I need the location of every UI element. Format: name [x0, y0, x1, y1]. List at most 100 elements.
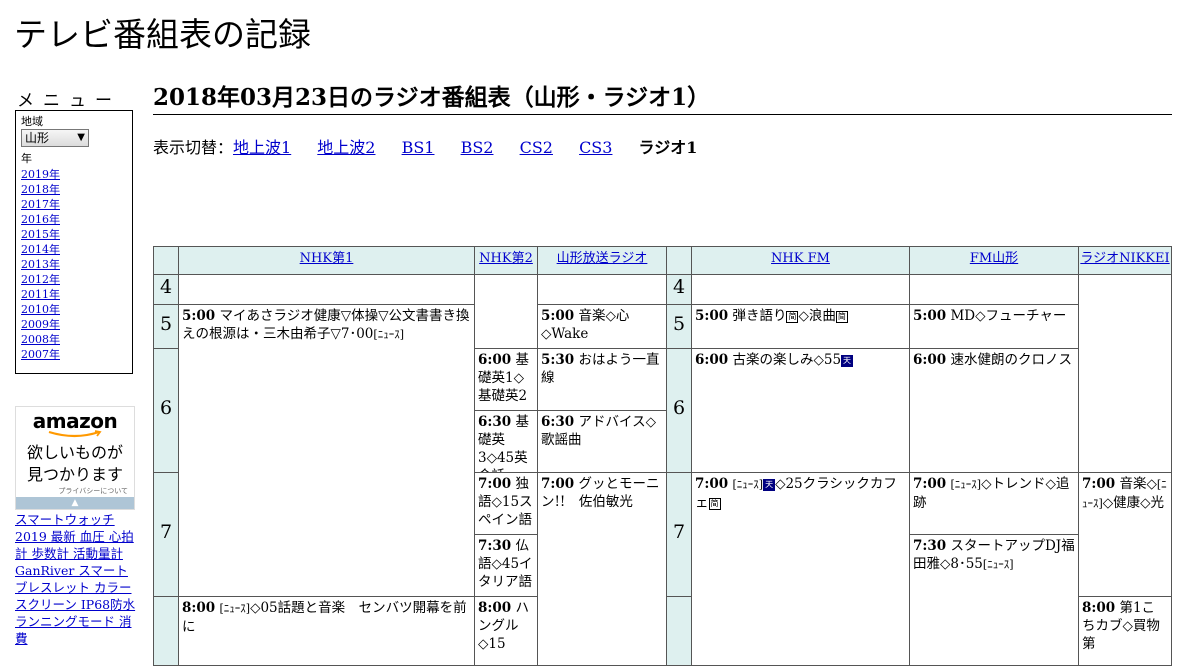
year-link-2007[interactable]: 2007年 — [21, 348, 60, 361]
program-time: 6:30 — [541, 414, 575, 430]
year-link-2011[interactable]: 2011年 — [21, 288, 60, 301]
program-cell[interactable]: 7:00 グッとモーニン!! 佐伯敏光 — [537, 472, 667, 666]
program-cell[interactable]: 8:00 ハングル◇15 — [474, 596, 538, 666]
program-cell[interactable]: 7:00 独語◇15スペイン語 — [474, 472, 538, 535]
program-title: ◇健康◇光 — [1102, 495, 1165, 511]
program-cell[interactable]: 7:30 スタートアップDJ福田雅◇8･55[ﾆｭｰｽ] — [909, 534, 1079, 666]
program-cell[interactable]: 6:00 古楽の楽しみ◇55 天 — [691, 348, 910, 473]
menu-heading: メニュー — [17, 91, 121, 111]
program-time: 7:00 — [1082, 476, 1116, 492]
chevron-up-icon: ▲ — [71, 498, 79, 508]
program-cell[interactable]: 6:00 基礎英1◇基礎英2 — [474, 348, 538, 411]
year-label: 年 — [21, 152, 32, 165]
program-cell-empty — [691, 274, 910, 305]
program-title: 音楽◇ — [1119, 476, 1157, 492]
amazon-logo: amazon — [32, 409, 118, 433]
station-link-nikkei[interactable]: ラジオNIKKEI — [1080, 251, 1169, 266]
year-link-2015[interactable]: 2015年 — [21, 228, 60, 241]
region-label: 地域 — [21, 115, 43, 128]
program-time: 7:00 — [695, 476, 729, 492]
ad-scroll-bar[interactable]: ▲ — [16, 497, 134, 509]
switch-link-cs2[interactable]: CS2 — [520, 138, 553, 157]
year-list: 2019年 2018年 2017年 2016年 2015年 2014年 2013… — [21, 167, 127, 362]
program-title: 速水健朗のクロノス — [950, 352, 1072, 368]
ad-privacy-link[interactable]: プライバシーについて — [58, 486, 128, 496]
station-header-nikkei: ラジオNIKKEI — [1078, 246, 1172, 275]
program-cell-empty — [909, 274, 1079, 305]
program-cell[interactable]: 8:00 第1こちカブ◇買物第 — [1078, 596, 1172, 666]
switch-link-terrestrial2[interactable]: 地上波2 — [317, 138, 375, 157]
hour-cell-4-left: 4 — [153, 274, 179, 305]
switch-current-radio1: ラジオ1 — [638, 138, 698, 157]
year-link-2012[interactable]: 2012年 — [21, 273, 60, 286]
station-link-nhk2[interactable]: NHK第2 — [479, 251, 533, 266]
station-link-nhkfm[interactable]: NHK FM — [771, 251, 830, 266]
hour-cell-7-left: 7 — [153, 472, 179, 597]
program-cell[interactable]: 5:00 MD◇フューチャー — [909, 304, 1079, 349]
station-link-fmyamagata[interactable]: FM山形 — [970, 251, 1018, 266]
program-title: MD◇フューチャー — [950, 308, 1067, 324]
simplified-mark-icon: 简 — [786, 311, 799, 323]
program-cell[interactable]: 7:30 仏語◇45イタリア語 — [474, 534, 538, 597]
year-link-2014[interactable]: 2014年 — [21, 243, 60, 256]
program-time: 7:30 — [913, 538, 947, 554]
program-time: 5:00 — [182, 308, 216, 324]
program-cell-empty — [178, 274, 475, 305]
program-title: 弾き語り — [732, 308, 787, 324]
program-time: 7:00 — [541, 476, 575, 492]
station-link-ybc[interactable]: 山形放送ラジオ — [557, 251, 648, 266]
weather-mark-icon: 天 — [763, 479, 776, 491]
program-title: ◇浪曲 — [798, 308, 836, 324]
year-link-2017[interactable]: 2017年 — [21, 198, 60, 211]
year-link-2018[interactable]: 2018年 — [21, 183, 60, 196]
program-cell[interactable]: 6:00 速水健朗のクロノス — [909, 348, 1079, 473]
program-cell-empty — [537, 274, 667, 305]
hour-cell-8-right — [666, 596, 692, 666]
program-time: 5:00 — [913, 308, 947, 324]
hour-cell-5-left: 5 — [153, 304, 179, 349]
switch-link-bs2[interactable]: BS2 — [461, 138, 494, 157]
program-cell[interactable]: 6:30 アドバイス◇歌謡曲 — [537, 410, 667, 473]
hour-cell-6-left: 6 — [153, 348, 179, 473]
station-link-nhk1[interactable]: NHK第1 — [300, 251, 354, 266]
program-cell[interactable]: 5:00 マイあさラジオ健康▽体操▽公文書書き換えの根源は・三木由希子▽7･00… — [178, 304, 475, 597]
program-cell[interactable]: 5:00 音楽◇心◇Wake — [537, 304, 667, 349]
program-time: 6:00 — [913, 352, 947, 368]
switch-link-terrestrial1[interactable]: 地上波1 — [233, 138, 291, 157]
hour-cell-7-right: 7 — [666, 472, 692, 597]
program-cell[interactable]: 5:30 おはよう一直線 — [537, 348, 667, 411]
switch-link-cs3[interactable]: CS3 — [579, 138, 612, 157]
simplified-mark-icon: 简 — [708, 498, 721, 510]
program-cell-empty — [1078, 274, 1172, 473]
program-cell[interactable]: 7:00 音楽◇[ﾆｭｰｽ]◇健康◇光 — [1078, 472, 1172, 597]
news-tag: [ﾆｭｰｽ] — [219, 602, 251, 615]
program-cell[interactable]: 6:30 基礎英3◇45英会話 — [474, 410, 538, 473]
region-select[interactable]: 山形 ▼ — [21, 129, 89, 147]
hour-cell-4-right: 4 — [666, 274, 692, 305]
ad-tagline-line2: 見つかります — [26, 465, 123, 484]
hour-cell-8-left — [153, 596, 179, 666]
program-time: 6:00 — [695, 352, 729, 368]
station-header-ybc: 山形放送ラジオ — [537, 246, 667, 275]
program-cell[interactable]: 8:00 [ﾆｭｰｽ]◇05話題と音楽 センバツ開幕を前に — [178, 596, 475, 666]
ad-product-link[interactable]: スマートウォッチ 2019 最新 血圧 心拍計 歩数計 活動量計 GanRive… — [15, 511, 137, 647]
program-time: 8:00 — [1082, 600, 1116, 616]
year-link-2019[interactable]: 2019年 — [21, 168, 60, 181]
program-cell[interactable]: 5:00 弾き語り简 ◇浪曲简 — [691, 304, 910, 349]
station-header-nhk1: NHK第1 — [178, 246, 475, 275]
program-cell[interactable]: 7:00 [ﾆｭｰｽ] 天 ◇25クラシックカフェ简 — [691, 472, 910, 666]
news-tag: [ﾆｭｰｽ] — [982, 558, 1014, 571]
site-title: テレビ番組表の記録 — [14, 15, 311, 54]
program-time: 7:00 — [913, 476, 947, 492]
year-link-2016[interactable]: 2016年 — [21, 213, 60, 226]
hour-label: 6 — [159, 397, 173, 419]
amazon-ad-banner[interactable]: amazon 欲しいものが 見つかります プライバシーについて ▲ — [15, 406, 135, 510]
program-cell-empty — [474, 274, 538, 349]
year-link-2009[interactable]: 2009年 — [21, 318, 60, 331]
year-link-2010[interactable]: 2010年 — [21, 303, 60, 316]
switch-link-bs1[interactable]: BS1 — [402, 138, 435, 157]
news-tag: [ﾆｭｰｽ] — [373, 328, 404, 341]
year-link-2013[interactable]: 2013年 — [21, 258, 60, 271]
year-link-2008[interactable]: 2008年 — [21, 333, 60, 346]
program-cell[interactable]: 7:00 [ﾆｭｰｽ]◇トレンド◇追跡 — [909, 472, 1079, 535]
